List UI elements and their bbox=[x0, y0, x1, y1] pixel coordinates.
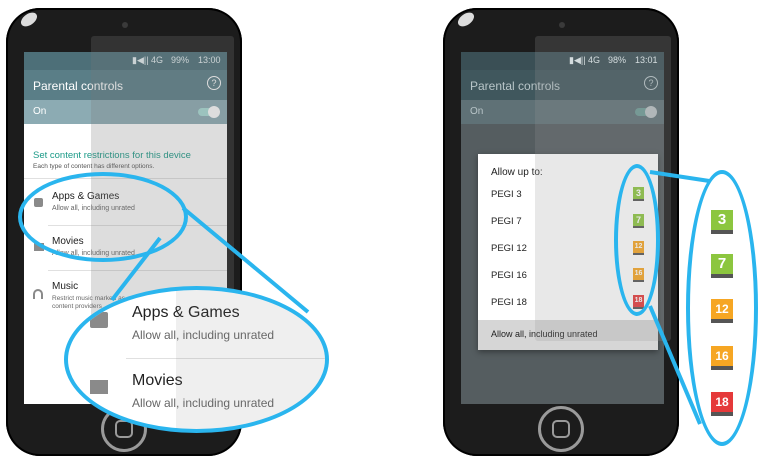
pegi-3-icon: 3 bbox=[711, 210, 733, 234]
connector-line bbox=[649, 170, 717, 184]
zoom-badges-callout: 3 7 12 16 18 bbox=[686, 170, 758, 446]
pegi-16-icon: 16 bbox=[711, 346, 733, 370]
badge-callout-connectors bbox=[648, 170, 717, 425]
pegi-12-icon: 12 bbox=[711, 299, 733, 323]
pegi-18-icon: 18 bbox=[711, 392, 733, 416]
pegi-7-icon: 7 bbox=[711, 254, 733, 278]
